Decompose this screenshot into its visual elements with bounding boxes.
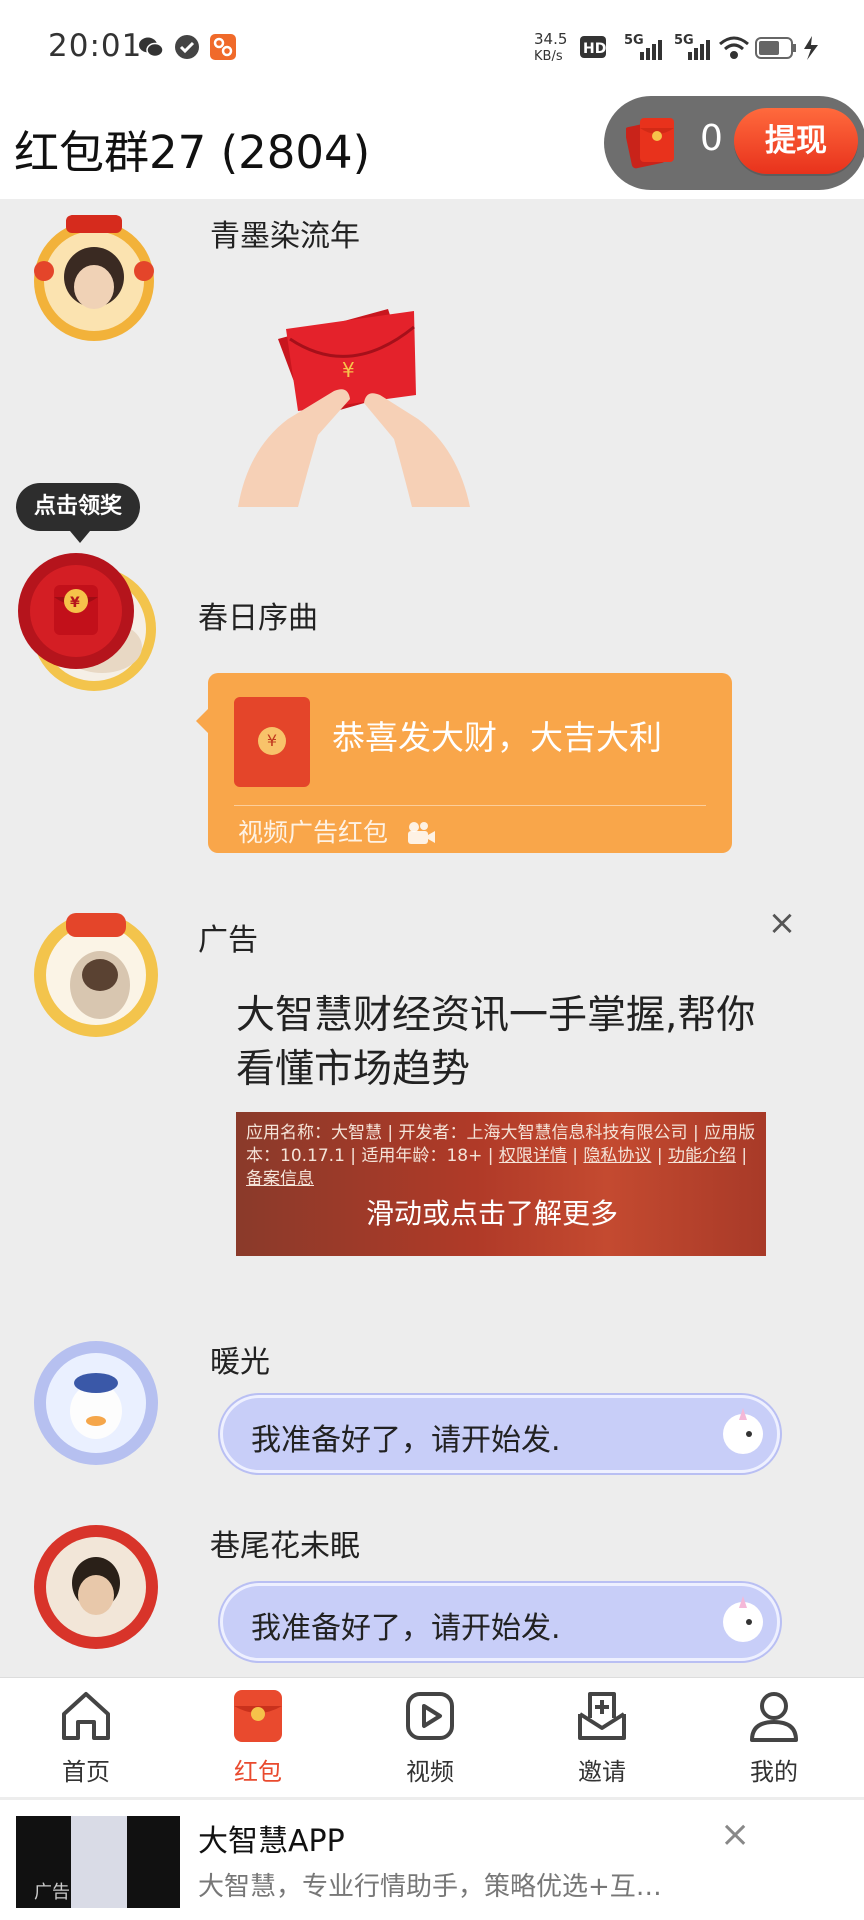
hd-icon: HD [580,36,606,58]
ad-app-info: 应用名称：大智慧 | 开发者：上海大智慧信息科技有限公司 | 应用版本：10.1… [246,1123,756,1189]
sender-name: 巷尾花未眠 [210,1529,360,1564]
red-packet-badge-icon[interactable]: ¥ [16,551,136,671]
nav-label: 视频 [406,1758,454,1786]
claim-reward-tooltip[interactable]: 点击领奖 [16,483,140,543]
charging-icon [804,36,818,60]
filing-link[interactable]: 备案信息 [246,1169,314,1189]
message-text: 我准备好了，请开始发. [251,1611,561,1646]
ad-tag: 广告 [34,1882,70,1903]
signal-5g-icon: 5G [674,33,710,60]
net-speed-value: 34.5 [534,30,567,48]
chat-message-list[interactable]: 青墨染流年 ¥ 点击领奖 ¥ 春日序曲 ¥ 恭喜发大财，大吉大利 视频广告红包 … [0,199,864,1677]
ad-thumbnail[interactable]: 广告 [16,1816,180,1908]
app-notification-icon [210,34,236,60]
status-right-icons: 34.5 KB/s HD 5G 5G [534,30,818,64]
video-camera-icon [407,822,435,844]
page-title: 红包群27 (2804) [14,126,371,179]
age-label: 适用年龄： [361,1146,447,1166]
profile-icon [750,1692,798,1742]
signal-5g-icon: 5G [624,33,662,60]
balance-amount: 0 [700,118,723,159]
screen: 20:01 34.5 KB/s HD 5G 5G 红包群27 (2804) 0 … [0,0,864,1920]
red-packet-type-label: 视频广告红包 [238,818,389,847]
coin-icon: ¥ [258,727,286,755]
wifi-icon [719,36,749,59]
message-bubble[interactable]: 我准备好了，请开始发. [220,1395,780,1473]
net-speed-unit: KB/s [534,49,563,64]
red-packet-wish: 恭喜发大财，大吉大利 [332,718,662,757]
ad-description[interactable]: 大智慧，专业行情助手，策略优选+互… [198,1866,718,1903]
nav-red-packet[interactable]: 红包 [172,1678,344,1798]
withdraw-button[interactable]: 提现 [734,108,858,174]
unicorn-icon [723,1596,763,1642]
status-time: 20:01 [48,28,143,64]
developer: 上海大智慧信息科技有限公司 [466,1123,688,1143]
app-name: 大智慧 [331,1123,382,1143]
video-play-icon [406,1692,454,1740]
features-link[interactable]: 功能介绍 [668,1146,736,1166]
hd-label: HD [583,41,606,57]
close-icon[interactable]: × [764,905,800,941]
message-text: 我准备好了，请开始发. [251,1423,561,1458]
ad-banner[interactable]: 广告 大智慧APP 大智慧，专业行情助手，策略优选+互… × [0,1800,864,1920]
nav-profile[interactable]: 我的 [688,1678,860,1798]
bottom-nav: 首页 红包 视频 邀请 我的 [0,1677,864,1797]
svg-text:¥: ¥ [70,595,80,611]
privacy-link[interactable]: 隐私协议 [583,1146,651,1166]
avatar[interactable] [30,1521,162,1653]
nav-label: 首页 [62,1758,110,1786]
red-packet-message[interactable]: ¥ 恭喜发大财，大吉大利 视频广告红包 [196,673,732,853]
ad-app-name[interactable]: 大智慧APP [198,1816,345,1860]
nav-label: 我的 [750,1758,798,1786]
sender-name: 广告 [198,923,258,958]
age: 18+ [446,1146,483,1166]
red-packet-icon [626,118,674,169]
nav-home[interactable]: 首页 [0,1678,172,1798]
ad-image[interactable]: 应用名称：大智慧 | 开发者：上海大智慧信息科技有限公司 | 应用版本：10.1… [236,1112,766,1256]
nav-video[interactable]: 视频 [344,1678,516,1798]
svg-text:¥: ¥ [342,358,355,382]
sender-name: 春日序曲 [198,601,318,636]
wechat-icon [139,37,164,58]
sender-name: 青墨染流年 [210,219,360,254]
status-bar: 20:01 34.5 KB/s HD 5G 5G [0,0,864,96]
wallet-widget[interactable]: 0 提现 [604,96,864,190]
invite-icon [578,1692,626,1740]
battery-icon [755,37,796,59]
signal-label-2: 5G [674,33,694,48]
nav-label: 邀请 [578,1758,626,1786]
avatar[interactable] [28,211,160,343]
avatar[interactable] [30,909,162,1041]
version: 10.17.1 [280,1146,345,1166]
close-icon[interactable]: × [720,1814,750,1855]
unicorn-icon [723,1408,763,1454]
signal-label-1: 5G [624,33,644,48]
red-packet-type: 视频广告红包 [238,813,436,849]
header: 红包群27 (2804) 0 提现 [0,96,864,199]
divider [234,805,706,806]
sender-name: 暖光 [210,1345,270,1380]
permissions-link[interactable]: 权限详情 [499,1146,567,1166]
red-packet-icon [234,1690,282,1742]
nav-invite[interactable]: 邀请 [516,1678,688,1798]
app-name-label: 应用名称： [246,1123,331,1143]
check-badge-icon [175,35,199,59]
message-bubble[interactable]: 我准备好了，请开始发. [220,1583,780,1661]
ad-cta[interactable]: 滑动或点击了解更多 [366,1192,618,1232]
avatar[interactable] [30,1337,162,1469]
red-packet-sticker[interactable]: ¥ [238,299,470,507]
ad-text[interactable]: 大智慧财经资讯一手掌握,帮你看懂市场趋势 [236,989,776,1097]
home-icon [62,1692,110,1740]
developer-label: 开发者： [398,1123,467,1143]
red-packet-envelope-icon: ¥ [234,697,310,787]
nav-label: 红包 [234,1758,282,1786]
